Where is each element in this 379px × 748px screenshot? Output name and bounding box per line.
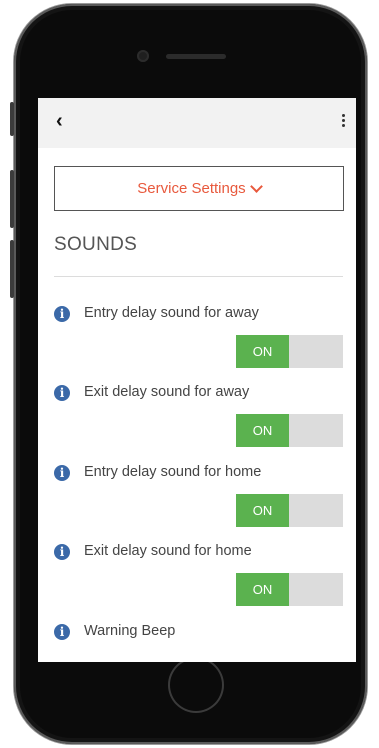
section-title: SOUNDS xyxy=(54,234,138,255)
service-settings-dropdown[interactable]: Service Settings xyxy=(54,166,344,211)
info-icon[interactable]: i xyxy=(54,306,70,322)
toggle-switch[interactable]: ON xyxy=(236,494,343,527)
more-vertical-icon[interactable] xyxy=(340,112,346,130)
toggle-on-label: ON xyxy=(236,414,289,447)
volume-down-button xyxy=(10,240,14,298)
earpiece-speaker xyxy=(166,54,226,59)
chevron-down-icon xyxy=(249,180,263,193)
info-icon[interactable]: i xyxy=(54,465,70,481)
divider xyxy=(54,276,343,277)
toggle-switch[interactable]: ON xyxy=(236,414,343,447)
home-button[interactable] xyxy=(168,657,224,713)
setting-label: Exit delay sound for away xyxy=(84,384,250,400)
toggle-switch[interactable]: ON xyxy=(236,573,343,606)
setting-label: Warning Beep xyxy=(84,623,176,639)
back-icon[interactable]: ‹ xyxy=(56,110,63,133)
setting-label: Entry delay sound for away xyxy=(84,305,259,321)
info-icon[interactable]: i xyxy=(54,385,70,401)
side-switch xyxy=(10,102,14,136)
camera xyxy=(137,50,149,62)
setting-label: Entry delay sound for home xyxy=(84,464,262,480)
toggle-on-label: ON xyxy=(236,573,289,606)
info-icon[interactable]: i xyxy=(54,624,70,640)
service-settings-label: Service Settings xyxy=(137,180,246,197)
toggle-switch[interactable]: ON xyxy=(236,335,343,368)
info-icon[interactable]: i xyxy=(54,544,70,560)
toggle-on-label: ON xyxy=(236,335,289,368)
setting-label: Exit delay sound for home xyxy=(84,543,252,559)
toggle-on-label: ON xyxy=(236,494,289,527)
app-screen: ‹ Service Settings SOUNDS i Entry delay … xyxy=(38,98,356,662)
app-bar: ‹ xyxy=(38,98,356,148)
volume-up-button xyxy=(10,170,14,228)
